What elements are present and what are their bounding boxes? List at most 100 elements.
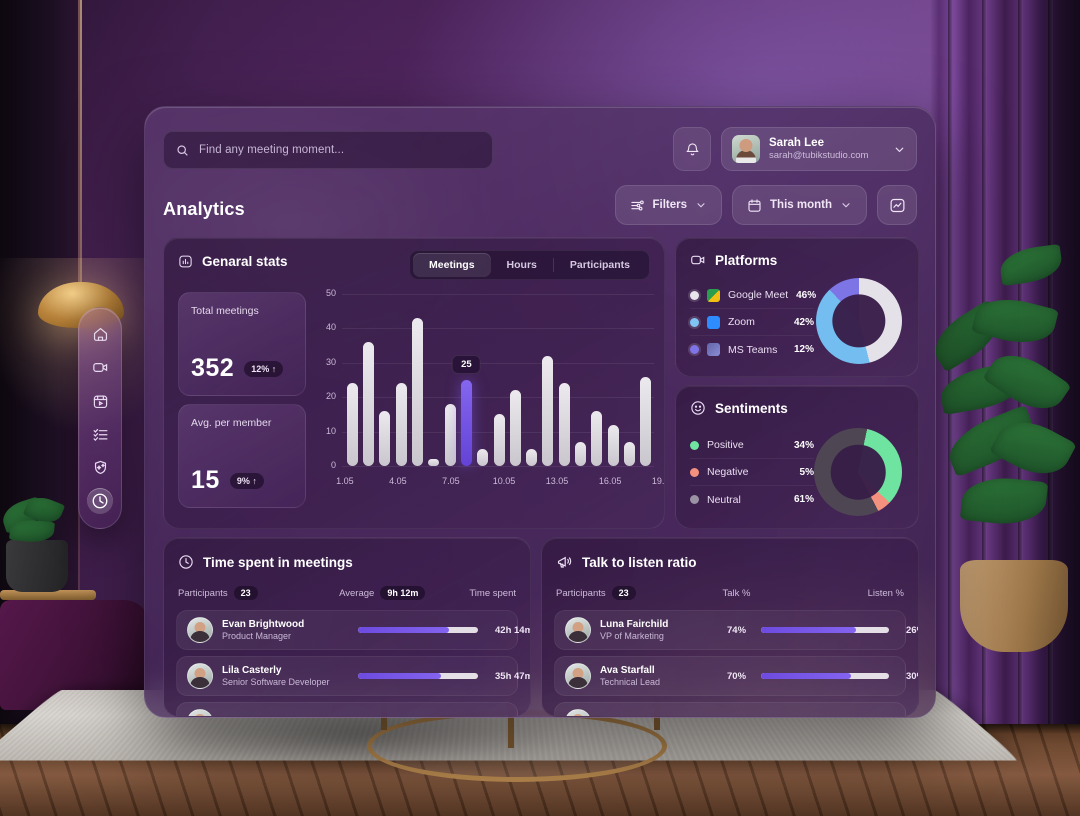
- legend-row[interactable]: Neutral 61%: [690, 486, 814, 513]
- sidebar-item-tasks[interactable]: [87, 422, 113, 448]
- chevron-down-icon: [893, 143, 906, 156]
- legend-row[interactable]: Negative 5%: [690, 459, 814, 486]
- dashboard-controls: Filters This month: [614, 185, 917, 225]
- sentiments-legend: Positive 34% Negative 5% Neutral 61%: [690, 432, 814, 513]
- time-spent-subheader: Participants 23 Average 9h 12m Time spen…: [178, 584, 516, 602]
- avatar: [565, 709, 591, 716]
- chart-bar[interactable]: [509, 390, 521, 466]
- search-input[interactable]: Find any meeting moment...: [163, 131, 493, 169]
- chart-bar[interactable]: [558, 383, 570, 466]
- sidebar-item-recordings[interactable]: [87, 388, 113, 414]
- chart-bar[interactable]: [624, 441, 636, 466]
- chart-bar[interactable]: [640, 376, 652, 466]
- chart-bar[interactable]: [411, 318, 423, 466]
- chart-bar[interactable]: [346, 383, 358, 466]
- date-range-button[interactable]: This month: [732, 185, 867, 225]
- x-tick-label: 16.05: [598, 476, 622, 486]
- sidebar-item-ai-insights[interactable]: [87, 455, 113, 481]
- legend-color-dot: [690, 345, 699, 354]
- time-spent-column-label: Time spent: [469, 587, 516, 599]
- time-spent-value: 35h 47m: [495, 670, 531, 682]
- y-tick-label: 50: [325, 288, 336, 298]
- export-report-button[interactable]: [877, 185, 917, 225]
- sentiments-title: Sentiments: [715, 400, 788, 416]
- legend-label: Zoom: [728, 316, 755, 328]
- chart-bar[interactable]: [493, 414, 505, 466]
- notifications-button[interactable]: [673, 127, 711, 171]
- chart-bar[interactable]: [575, 441, 587, 466]
- shield-sparkle-icon: [92, 459, 109, 476]
- legend-value: 42%: [793, 316, 814, 328]
- time-spent-title: Time spent in meetings: [203, 554, 353, 570]
- stat-delta-badge: 12% ↑: [244, 360, 284, 377]
- legend-row[interactable]: Zoom 42%: [690, 309, 814, 336]
- chart-bar[interactable]: [460, 380, 472, 466]
- progress-track: [358, 627, 478, 633]
- legend-value: 5%: [799, 466, 814, 478]
- chart-bar[interactable]: [542, 355, 554, 466]
- legend-label: Negative: [707, 466, 749, 478]
- general-stats-title: Genaral stats: [202, 254, 288, 269]
- sentiments-donut-chart: [814, 428, 902, 516]
- video-library-icon: [92, 393, 109, 410]
- legend-row[interactable]: MS Teams 12%: [690, 336, 814, 363]
- person-row[interactable]: Luna FairchildVP of Marketing 74% 26%: [554, 610, 918, 650]
- avatar: [732, 135, 760, 163]
- tab-participants[interactable]: Participants: [554, 253, 646, 277]
- clock-icon: [178, 554, 194, 570]
- chart-bar[interactable]: [526, 448, 538, 466]
- search-icon: [176, 144, 189, 157]
- chart-bar[interactable]: [607, 424, 619, 466]
- person-info: Lila Casterly Senior Software Developer: [222, 664, 340, 689]
- person-row[interactable]: [176, 702, 518, 716]
- progress-track: [761, 673, 890, 679]
- sidebar-item-analytics[interactable]: [87, 488, 113, 515]
- person-row[interactable]: [554, 702, 906, 716]
- time-spent-value: 42h 14m: [495, 624, 531, 636]
- y-tick-label: 20: [325, 391, 336, 402]
- chart-bar[interactable]: [395, 383, 407, 466]
- sidebar-item-meetings[interactable]: [87, 355, 113, 381]
- checklist-icon: [92, 426, 109, 443]
- average-label: Average: [339, 587, 375, 599]
- chart-bar[interactable]: [379, 410, 391, 466]
- legend-value: 61%: [793, 494, 814, 505]
- legend-value: 12%: [793, 344, 814, 355]
- chart-bar[interactable]: [362, 342, 374, 466]
- stat-value-row: 15 9% ↑: [191, 466, 264, 495]
- calendar-icon: [747, 198, 762, 213]
- talk-ratio-title-row: Talk to listen ratio: [556, 554, 697, 571]
- person-row[interactable]: Ava StarfallTechnical Lead 70% 30%: [554, 656, 918, 696]
- legend-row[interactable]: Google Meet 46%: [690, 282, 817, 309]
- participants-label: Participants: [178, 587, 228, 599]
- person-row[interactable]: Lila Casterly Senior Software Developer 35…: [176, 656, 530, 696]
- sidebar-item-home[interactable]: [87, 322, 113, 348]
- person-role: Technical Lead: [600, 676, 661, 687]
- tab-hours[interactable]: Hours: [491, 253, 553, 277]
- legend-value: 46%: [796, 289, 817, 301]
- avatar: [565, 617, 591, 643]
- chart-bar[interactable]: [428, 459, 440, 466]
- legend-row[interactable]: Positive 34%: [690, 432, 814, 459]
- talk-ratio-title: Talk to listen ratio: [582, 555, 697, 570]
- sentiments-title-row: Sentiments: [690, 400, 788, 416]
- chart-bar[interactable]: [444, 404, 456, 466]
- user-profile-chip[interactable]: Sarah Lee sarah@tubikstudio.com: [721, 127, 917, 171]
- search-placeholder: Find any meeting moment...: [199, 144, 345, 156]
- meetings-bar-chart[interactable]: 0 10 20 30 40 50 25 1.05 4.05 7.05 10.05 13.05 16.…: [318, 288, 664, 510]
- x-tick-label: 13.05: [545, 476, 569, 486]
- bar-chart-icon: [178, 254, 193, 269]
- zoom-icon: [707, 315, 720, 329]
- tab-meetings[interactable]: Meetings: [413, 253, 491, 277]
- filters-button[interactable]: Filters: [614, 185, 723, 225]
- person-row[interactable]: Evan Brightwood Product Manager 42h 14m: [176, 610, 530, 650]
- progress-fill: [761, 627, 856, 633]
- platforms-legend: Google Meet 46% Zoom 42% MS Teams 12%: [690, 282, 817, 363]
- chart-bar[interactable]: [477, 448, 489, 466]
- progress-track: [358, 673, 478, 679]
- chart-bar[interactable]: [591, 410, 603, 466]
- ms-teams-icon: [707, 343, 720, 356]
- chart-export-icon: [889, 197, 906, 214]
- x-tick-label: 7.05: [442, 476, 460, 486]
- progress-fill: [761, 673, 851, 679]
